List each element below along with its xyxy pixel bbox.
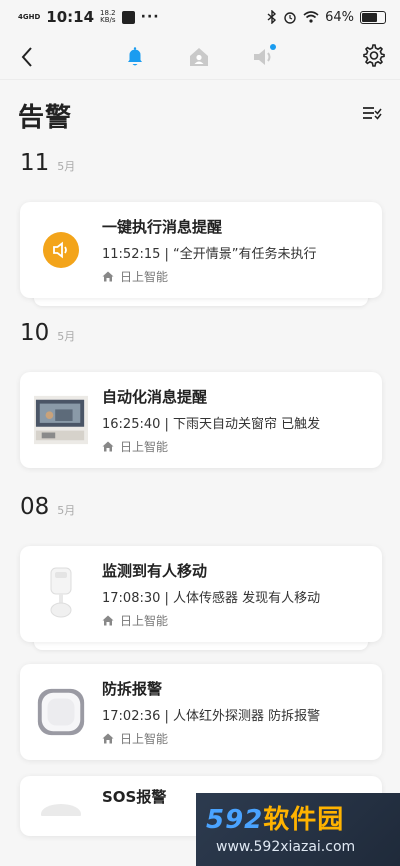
- bluetooth-icon: [267, 10, 277, 24]
- more-notifications: ···: [140, 9, 160, 25]
- alert-title: 监测到有人移动: [102, 561, 208, 580]
- watermark-url: www.592xiazai.com: [216, 839, 356, 855]
- home-name: 日上智能: [120, 731, 169, 746]
- house-icon: [102, 733, 114, 743]
- alert-title: SOS报警: [102, 788, 167, 806]
- alert-card-stack: 一键执行消息提醒 11:52:15 | “全开情景”有任务未执行 日上智能: [20, 202, 382, 306]
- back-button[interactable]: [20, 46, 34, 72]
- alert-card-stack: 防拆报警 17:02:36 | 人体红外探测器 防拆报警 日上智能: [20, 664, 382, 760]
- alert-card-stack: 监测到有人移动 17:08:30 | 人体传感器 发现有人移动 日上智能: [20, 546, 382, 650]
- alert-detail: 11:52:15 | “全开情景”有任务未执行: [102, 246, 317, 262]
- page-title: 告警: [18, 102, 73, 133]
- list-check-icon: [363, 107, 382, 120]
- date-day: 08: [20, 494, 50, 520]
- date-month: 5月: [57, 330, 76, 343]
- alert-title: 一键执行消息提醒: [102, 217, 223, 236]
- date-month: 5月: [57, 160, 76, 173]
- tab-home[interactable]: [184, 42, 214, 72]
- alert-card[interactable]: 防拆报警 17:02:36 | 人体红外探测器 防拆报警 日上智能: [20, 664, 382, 760]
- alert-card[interactable]: 一键执行消息提醒 11:52:15 | “全开情景”有任务未执行 日上智能: [20, 202, 382, 298]
- tv-room-image: [34, 393, 88, 447]
- watermark: 592软件园 www.592xiazai.com: [196, 793, 400, 866]
- battery-icon: [360, 10, 386, 24]
- alert-card-stack: 自动化消息提醒 16:25:40 | 下雨天自动关窗帘 已触发 日上智能: [20, 372, 382, 468]
- home-name: 日上智能: [120, 439, 169, 454]
- alert-card[interactable]: 自动化消息提醒 16:25:40 | 下雨天自动关窗帘 已触发 日上智能: [20, 372, 382, 468]
- watermark-brand: 592软件园: [206, 805, 345, 835]
- date-day: 11: [20, 150, 50, 176]
- chevron-left-icon: [21, 47, 32, 67]
- network-indicator: 4GHD: [18, 13, 41, 21]
- tab-alerts[interactable]: [120, 42, 150, 72]
- alert-title: 防拆报警: [102, 679, 163, 698]
- bell-icon: [128, 47, 142, 66]
- house-icon: [102, 615, 114, 625]
- alert-home: 日上智能: [102, 612, 320, 629]
- battery-percent: 64%: [325, 9, 354, 25]
- alert-home: 日上智能: [102, 268, 317, 285]
- date-header: 10 5月: [0, 320, 400, 360]
- ir-detector-image: [34, 685, 88, 739]
- page-header: 告警: [0, 80, 400, 150]
- wifi-icon: [303, 11, 319, 23]
- alarm-icon: [284, 12, 296, 24]
- alert-home: 日上智能: [102, 730, 320, 747]
- network-speed: 18.2 KB/s: [100, 9, 116, 24]
- alert-card[interactable]: 监测到有人移动 17:08:30 | 人体传感器 发现有人移动 日上智能: [20, 546, 382, 642]
- home-name: 日上智能: [120, 613, 169, 628]
- date-day: 10: [20, 320, 50, 346]
- motion-sensor-image: [34, 567, 88, 621]
- unread-dot: [270, 44, 276, 50]
- gear-icon: [363, 44, 385, 67]
- alert-home: 日上智能: [102, 438, 320, 455]
- speaker-circle-icon: [34, 223, 88, 277]
- home-name: 日上智能: [120, 269, 169, 284]
- alert-detail: 16:25:40 | 下雨天自动关窗帘 已触发: [102, 416, 321, 432]
- sos-image: [34, 786, 88, 826]
- clock: 10:14: [46, 8, 95, 26]
- date-header: 08 5月: [0, 494, 400, 534]
- nav-bar: [0, 34, 400, 80]
- settings-button[interactable]: [362, 44, 386, 72]
- house-icon: [102, 441, 114, 451]
- alert-title: 自动化消息提醒: [102, 387, 208, 406]
- tab-sound[interactable]: [248, 42, 278, 72]
- alert-detail: 17:02:36 | 人体红外探测器 防拆报警: [102, 708, 321, 724]
- date-month: 5月: [57, 504, 76, 517]
- house-icon: [102, 271, 114, 281]
- filter-button[interactable]: [362, 105, 382, 125]
- notification-icon: [121, 10, 135, 24]
- date-header: 11 5月: [0, 150, 400, 190]
- status-bar: 4GHD 10:14 18.2 KB/s ··· 64%: [0, 0, 400, 34]
- home-icon: [190, 48, 208, 66]
- alert-detail: 17:08:30 | 人体传感器 发现有人移动: [102, 590, 321, 606]
